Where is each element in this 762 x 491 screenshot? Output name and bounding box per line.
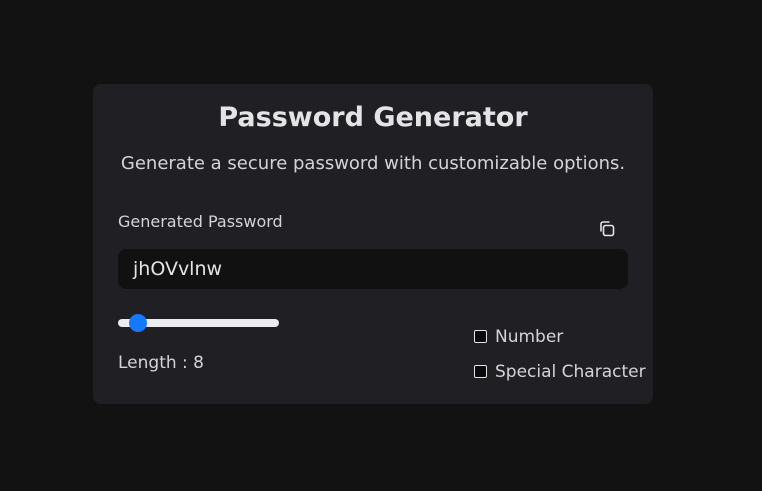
password-generator-card: Password Generator Generate a secure pas…	[93, 84, 653, 404]
special-character-option[interactable]: Special Character	[474, 362, 646, 382]
special-character-checkbox[interactable]	[474, 364, 487, 378]
number-option[interactable]: Number	[474, 327, 563, 347]
generated-password-label: Generated Password	[118, 212, 283, 231]
slider-thumb[interactable]	[129, 314, 148, 332]
password-field[interactable]: jhOVvlnw	[118, 249, 628, 289]
copy-button[interactable]	[595, 217, 619, 241]
copy-icon	[600, 221, 615, 237]
number-option-label: Number	[495, 327, 564, 347]
number-checkbox[interactable]	[474, 329, 487, 343]
special-character-option-label: Special Character	[495, 362, 646, 382]
length-slider[interactable]	[118, 314, 279, 332]
page-subtitle: Generate a secure password with customiz…	[120, 153, 626, 174]
length-label: Length : 8	[118, 353, 204, 373]
page-title: Password Generator	[218, 102, 528, 133]
